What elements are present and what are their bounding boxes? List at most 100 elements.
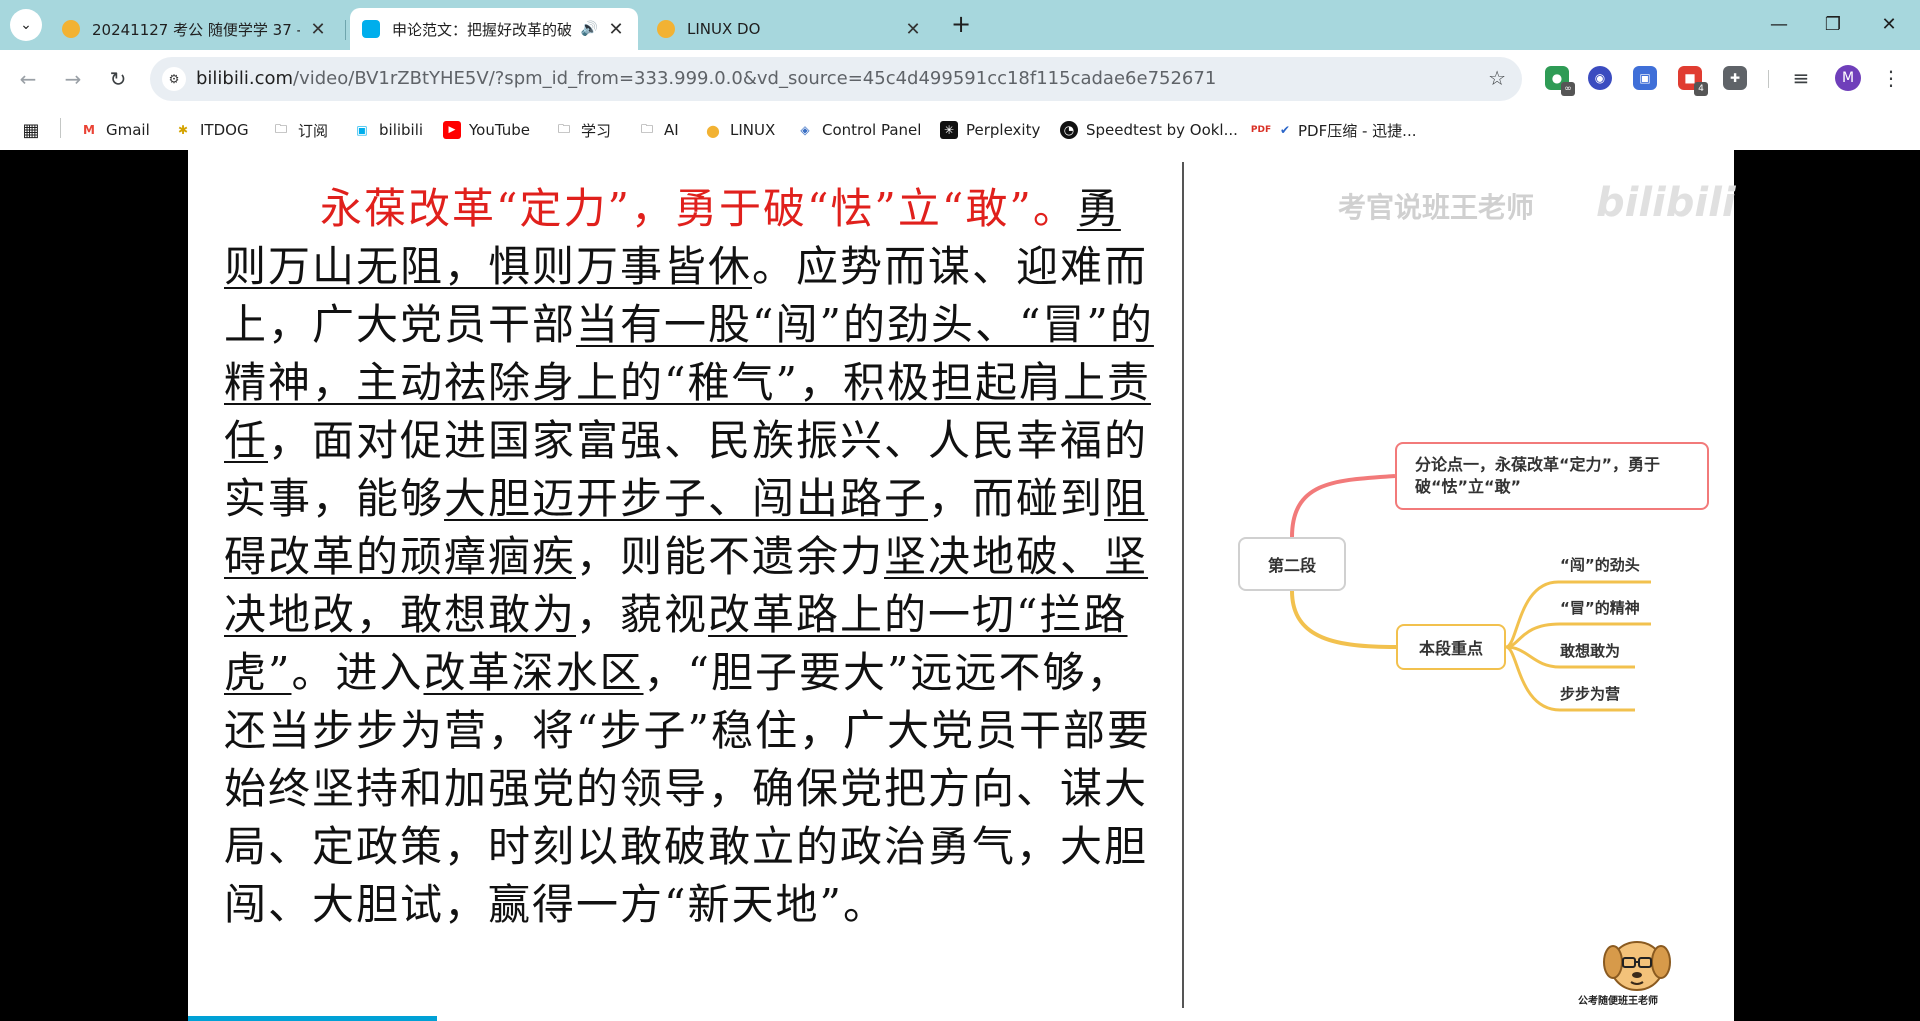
- video-player[interactable]: 永葆改革“定力”，勇于破“怯”立“敢”。勇则万山无阻，惧则万事皆休。应势而谋、迎…: [0, 150, 1920, 1021]
- mindmap-topic-key-points: 本段重点: [1396, 624, 1506, 670]
- bookmark-label: Speedtest by Ookl...: [1086, 121, 1238, 139]
- bilibili-favicon-icon: [362, 20, 380, 38]
- bookmark-folder-ai[interactable]: 🗀 AI: [638, 119, 679, 141]
- reload-button[interactable]: ↻: [103, 64, 133, 94]
- essay-sentence: 。进入: [291, 648, 424, 697]
- mascot-caption: 公考随便班王老师: [1578, 996, 1658, 1007]
- extension-badge: ∞: [1561, 82, 1575, 96]
- mindmap-leaf: 步步为营: [1560, 685, 1621, 703]
- square-extension-icon[interactable]: ▣: [1633, 66, 1657, 90]
- bookmark-label: 订阅: [298, 121, 329, 140]
- bookmark-folder-study[interactable]: 🗀 学习: [555, 119, 611, 141]
- tab-3[interactable]: LINUX DO ✕: [645, 8, 935, 50]
- bookmark-gmail[interactable]: M Gmail: [80, 119, 150, 141]
- dog-mascot-icon: [1603, 941, 1671, 991]
- site-info-icon[interactable]: ⚙: [162, 67, 186, 91]
- bookmark-label: 学习: [581, 121, 612, 140]
- tab-1[interactable]: 20241127 考公 随便学学 37 - ✕: [50, 8, 340, 50]
- linux-do-icon: ●: [706, 120, 720, 140]
- bookmarks-separator: [60, 118, 61, 138]
- browser-toolbar: ← → ↻ ⚙ bilibili.com/video/BV1rZBtYHE5V/…: [0, 50, 1920, 108]
- red-extension-icon[interactable]: ■ 4: [1678, 66, 1708, 96]
- profile-avatar[interactable]: M: [1835, 65, 1861, 91]
- underlined-phrase: 大胆迈开步子、闯出路子: [444, 474, 929, 523]
- chat-extension-icon[interactable]: ● ∞: [1545, 66, 1575, 96]
- linux-do-favicon-icon: [657, 20, 675, 38]
- back-button[interactable]: ←: [13, 64, 43, 94]
- itdog-icon: ✱: [177, 123, 189, 137]
- extension-badge: 4: [1694, 82, 1708, 96]
- video-progress-bar[interactable]: [188, 1016, 437, 1021]
- essay-sentence: ，则能不遗余力: [576, 532, 885, 581]
- url-path: /video/BV1rZBtYHE5V/?spm_id_from=333.999…: [293, 68, 1217, 89]
- linux-do-favicon-icon: [62, 20, 80, 38]
- tab-title: 20241127 考公 随便学学 37 -: [92, 20, 300, 39]
- bookmark-label: Perplexity: [966, 121, 1041, 139]
- check-icon: ✔: [1279, 123, 1291, 137]
- pdf-icon: PDF: [1250, 125, 1272, 135]
- folder-icon: 🗀: [640, 121, 653, 136]
- tab-2-active[interactable]: 申论范文：把握好改革的破 🔊 ✕: [350, 8, 638, 50]
- bookmark-star-icon[interactable]: ☆: [1488, 66, 1506, 90]
- robot-extension-icon[interactable]: ◉: [1588, 66, 1612, 90]
- underlined-phrase: 改革深水区: [423, 648, 644, 697]
- bookmark-youtube[interactable]: ▶ YouTube: [443, 119, 530, 141]
- bookmark-bilibili[interactable]: ▣ bilibili: [353, 119, 423, 141]
- close-window-button[interactable]: ✕: [1869, 10, 1909, 40]
- bookmark-label: Control Panel: [822, 121, 922, 139]
- gmail-icon: M: [83, 123, 95, 137]
- close-icon[interactable]: ✕: [903, 19, 923, 40]
- channel-watermark: 考官说班王老师: [1338, 191, 1535, 224]
- new-tab-button[interactable]: +: [946, 10, 976, 40]
- tab-strip: ⌄ 20241127 考公 随便学学 37 - ✕ 申论范文：把握好改革的破 🔊…: [0, 0, 1920, 50]
- minimize-button[interactable]: —: [1759, 10, 1799, 40]
- url-host: bilibili.com: [196, 68, 294, 89]
- bookmark-itdog[interactable]: ✱ ITDOG: [174, 119, 249, 141]
- puzzle-extension-icon[interactable]: ✚: [1723, 66, 1747, 90]
- bilibili-logo-icon: bilibili: [1596, 180, 1736, 226]
- perplexity-icon: ✳: [940, 121, 958, 139]
- forward-button[interactable]: →: [58, 64, 88, 94]
- lecture-slide: 永葆改革“定力”，勇于破“怯”立“敢”。勇则万山无阻，惧则万事皆休。应势而谋、迎…: [188, 150, 1736, 1021]
- menu-icon[interactable]: ⋮: [1876, 63, 1906, 93]
- bookmark-label: YouTube: [469, 121, 530, 139]
- bookmark-speedtest[interactable]: ◔ Speedtest by Ookl...: [1060, 119, 1238, 141]
- bookmark-label: PDF压缩 - 迅捷...: [1298, 121, 1417, 140]
- close-icon[interactable]: ✕: [606, 19, 626, 40]
- url-text[interactable]: bilibili.com/video/BV1rZBtYHE5V/?spm_id_…: [196, 68, 1216, 89]
- bookmark-pdf-compress[interactable]: PDF ✔ PDF压缩 - 迅捷...: [1250, 119, 1417, 141]
- bookmark-folder-subscriptions[interactable]: 🗀 订阅: [272, 119, 328, 141]
- bookmark-perplexity[interactable]: ✳ Perplexity: [940, 119, 1040, 141]
- bookmark-label: Gmail: [106, 121, 150, 139]
- chevron-down-icon: ⌄: [20, 17, 32, 33]
- tab-separator: [345, 20, 346, 40]
- slide-divider: [1182, 162, 1184, 1008]
- essay-heading: 永葆改革“定力”，勇于破“怯”立“敢”。: [320, 184, 1077, 233]
- bilibili-icon: ▣: [356, 123, 368, 137]
- close-icon[interactable]: ✕: [308, 19, 328, 40]
- tab-title: LINUX DO: [687, 20, 761, 38]
- essay-sentence: ，藐视: [576, 590, 709, 639]
- mindmap-leaf: “冒”的精神: [1560, 599, 1640, 617]
- bookmark-label: AI: [664, 121, 679, 139]
- speedtest-icon: ◔: [1060, 121, 1078, 139]
- speaker-icon[interactable]: 🔊: [581, 21, 598, 37]
- restore-button[interactable]: ❐: [1813, 10, 1853, 40]
- bookmark-label: ITDOG: [200, 121, 249, 139]
- tab-title: 申论范文：把握好改革的破: [392, 20, 573, 39]
- mindmap-root-node: 第二段: [1238, 537, 1346, 591]
- bookmark-label: bilibili: [379, 121, 424, 139]
- bookmark-linux[interactable]: ● LINUX: [704, 119, 775, 141]
- folder-icon: 🗀: [274, 121, 287, 136]
- mindmap-topic-argument: 分论点一，永葆改革“定力”，勇于破“怯”立“敢”: [1395, 442, 1709, 510]
- media-control-icon[interactable]: ≡: [1786, 63, 1816, 93]
- apps-shortcut[interactable]: ▦: [22, 119, 48, 141]
- youtube-icon: ▶: [443, 121, 461, 139]
- control-panel-icon: ◈: [800, 123, 810, 137]
- essay-sentence: ，而碰到: [928, 474, 1105, 523]
- folder-icon: 🗀: [557, 121, 570, 136]
- tab-search-button[interactable]: ⌄: [10, 9, 42, 41]
- address-bar[interactable]: ⚙ bilibili.com/video/BV1rZBtYHE5V/?spm_i…: [150, 57, 1522, 101]
- bookmark-control-panel[interactable]: ◈ Control Panel: [796, 119, 921, 141]
- bookmark-label: LINUX: [730, 121, 776, 139]
